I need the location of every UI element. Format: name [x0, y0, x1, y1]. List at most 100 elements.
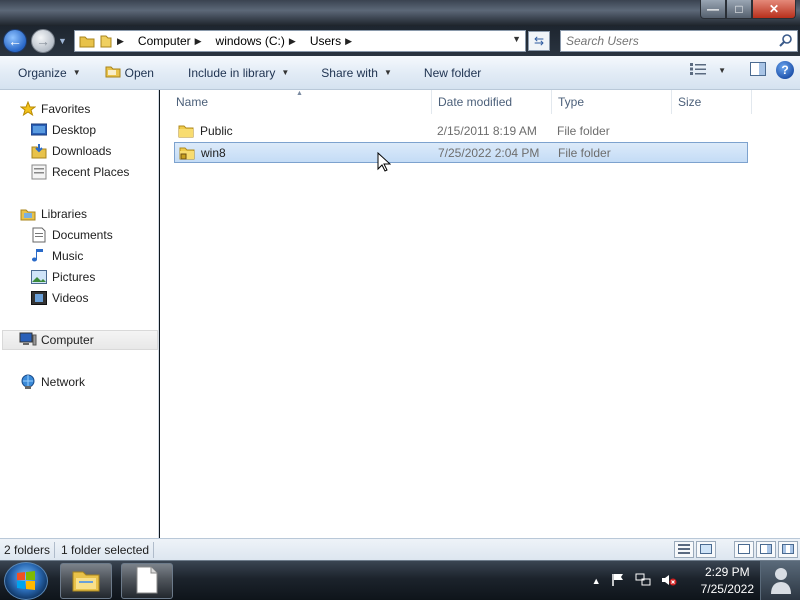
document-icon — [136, 566, 158, 597]
nav-network[interactable]: Network — [0, 372, 85, 392]
breadcrumb-users[interactable]: Users ▶ — [310, 34, 360, 48]
network-tray-icon[interactable] — [635, 573, 651, 590]
column-header-size[interactable]: Size — [672, 90, 752, 114]
nav-recent-places[interactable]: Recent Places — [0, 162, 129, 182]
breadcrumb-root-arrow[interactable]: ▶ — [113, 36, 132, 47]
layout-button-3[interactable] — [778, 541, 798, 558]
nav-downloads[interactable]: Downloads — [0, 141, 111, 161]
share-with-button[interactable]: Share with ▼ — [312, 61, 401, 85]
table-row-selected[interactable]: win8 7/25/2022 2:04 PM File folder — [174, 142, 748, 163]
pictures-icon — [30, 269, 48, 285]
show-hidden-icons-button[interactable]: ▲ — [592, 576, 601, 586]
file-name-cell: win8 — [179, 143, 226, 162]
search-input[interactable] — [561, 31, 761, 51]
refresh-button[interactable]: ⇆ — [528, 31, 550, 51]
nav-favorites-label: Favorites — [41, 102, 91, 116]
taskbar: ▲ 2:29 PM 7/25/2022 — [0, 560, 800, 600]
column-header-date-modified[interactable]: Date modified — [432, 90, 552, 114]
search-box[interactable] — [560, 30, 798, 52]
chevron-down-icon: ▼ — [383, 68, 392, 77]
maximize-icon: □ — [735, 2, 743, 16]
user-icon — [768, 564, 794, 599]
layout-button-2[interactable] — [756, 541, 776, 558]
nav-music-label: Music — [52, 249, 84, 263]
start-button[interactable] — [4, 562, 48, 600]
address-row: ← → ▼ ▶ Computer ▶ windows (C:) ▶ Users ▶ ▼… — [0, 26, 800, 56]
taskbar-document-button[interactable] — [121, 563, 173, 599]
nav-network-label: Network — [41, 375, 86, 389]
videos-icon — [30, 290, 48, 306]
nav-libraries[interactable]: Libraries — [0, 204, 87, 224]
file-name: win8 — [201, 145, 226, 160]
file-type: File folder — [557, 123, 610, 138]
volume-muted-icon[interactable] — [661, 573, 677, 590]
preview-pane-button[interactable] — [750, 61, 766, 79]
forward-button[interactable]: → — [31, 29, 55, 53]
change-view-button[interactable]: ▼ — [690, 62, 726, 78]
action-center-flag-icon[interactable] — [611, 573, 625, 590]
column-header-name[interactable]: Name — [170, 90, 432, 114]
nav-desktop[interactable]: Desktop — [0, 120, 96, 140]
search-icon[interactable] — [779, 33, 793, 50]
clock[interactable]: 2:29 PM 7/25/2022 — [701, 564, 754, 598]
recent-pages-dropdown[interactable]: ▼ — [58, 36, 67, 46]
downloads-icon — [30, 143, 48, 159]
folder-icon — [178, 124, 194, 138]
breadcrumb-drive[interactable]: windows (C:) ▶ — [216, 34, 304, 48]
preview-layout-icon — [760, 543, 772, 557]
large-icons-view-button[interactable] — [696, 541, 716, 558]
nav-pictures-label: Pictures — [52, 270, 96, 284]
column-header-type[interactable]: Type — [552, 90, 672, 114]
details-view-button[interactable] — [674, 541, 694, 558]
organize-label: Organize — [18, 65, 67, 80]
include-in-library-button[interactable]: Include in library ▼ — [179, 61, 298, 85]
explorer-folder-icon — [71, 567, 101, 596]
forward-arrow-icon: → — [36, 33, 50, 49]
nav-pictures[interactable]: Pictures — [0, 267, 95, 287]
file-date: 2/15/2011 8:19 AM — [437, 123, 537, 138]
back-arrow-icon: ← — [8, 33, 22, 49]
system-tray: ▲ 2:29 PM 7/25/2022 — [592, 561, 754, 600]
minimize-button[interactable]: — — [700, 0, 726, 19]
share-with-label: Share with — [321, 65, 378, 80]
nav-favorites[interactable]: Favorites — [0, 99, 90, 119]
file-date: 7/25/2022 2:04 PM — [438, 145, 540, 160]
taskbar-explorer-button[interactable] — [60, 563, 112, 599]
user-avatar[interactable] — [760, 561, 800, 600]
close-icon: ✕ — [768, 2, 780, 16]
new-folder-label: New folder — [423, 65, 482, 80]
table-row[interactable]: Public 2/15/2011 8:19 AM File folder — [174, 121, 748, 142]
folder-icon — [75, 31, 99, 51]
music-icon — [30, 248, 48, 264]
nav-videos[interactable]: Videos — [0, 288, 88, 308]
chevron-down-icon[interactable]: ▼ — [718, 66, 726, 75]
close-button[interactable]: ✕ — [752, 0, 796, 19]
maximize-button[interactable]: □ — [726, 0, 752, 19]
back-button[interactable]: ← — [3, 29, 27, 53]
nav-music[interactable]: Music — [0, 246, 83, 266]
new-folder-button[interactable]: New folder — [415, 61, 490, 85]
include-in-library-label: Include in library — [187, 65, 276, 80]
open-button[interactable]: Open — [96, 61, 163, 85]
address-bar[interactable]: ▶ Computer ▶ windows (C:) ▶ Users ▶ ▼ — [74, 30, 526, 52]
status-selection: 1 folder selected — [55, 541, 155, 558]
nav-documents[interactable]: Documents — [0, 225, 113, 245]
nav-recent-places-label: Recent Places — [52, 165, 130, 179]
layout-button-1[interactable] — [734, 541, 754, 558]
computer-icon — [19, 332, 37, 348]
open-label: Open — [124, 65, 154, 80]
address-dropdown-icon[interactable]: ▼ — [512, 34, 521, 44]
breadcrumb-computer[interactable]: Computer ▶ — [138, 34, 210, 48]
column-type-label: Type — [558, 95, 585, 109]
windows-logo-icon — [15, 569, 37, 594]
mouse-cursor-icon — [377, 151, 392, 175]
desktop-icon — [30, 122, 48, 138]
nav-libraries-label: Libraries — [41, 207, 88, 221]
details-view-icon — [678, 543, 690, 557]
nav-desktop-label: Desktop — [52, 123, 97, 137]
nav-computer[interactable]: Computer — [2, 330, 158, 350]
chevron-down-icon: ▼ — [72, 68, 81, 77]
help-button[interactable]: ? — [776, 61, 794, 79]
organize-button[interactable]: Organize ▼ — [0, 61, 90, 85]
help-icon: ? — [781, 63, 789, 77]
